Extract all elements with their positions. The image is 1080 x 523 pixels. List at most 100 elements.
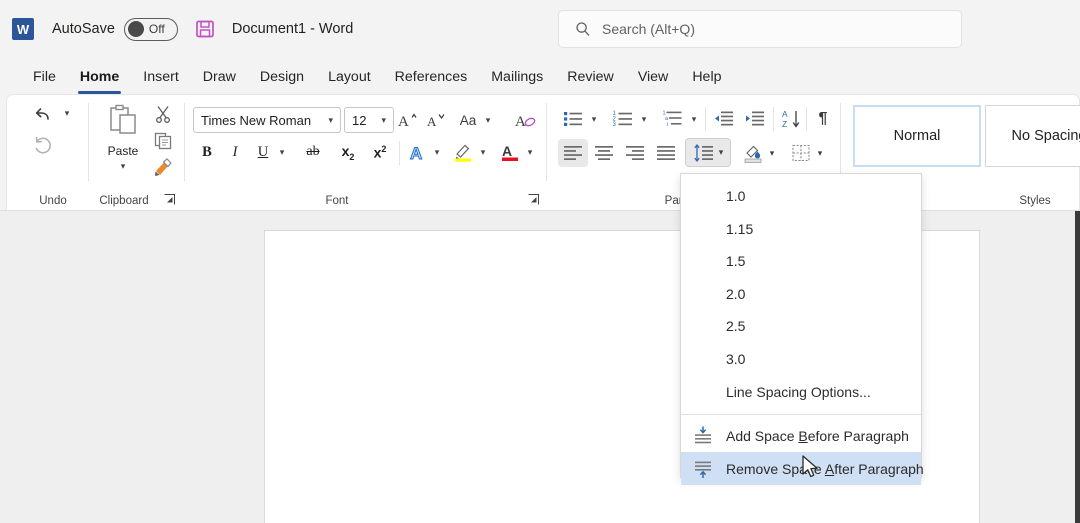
shading-icon[interactable]: [738, 139, 768, 167]
mouse-cursor: [802, 455, 822, 481]
tab-references[interactable]: References: [384, 66, 479, 87]
chevron-down-icon: ▾: [486, 115, 491, 126]
numbering-dropdown-arrow[interactable]: ▾: [637, 105, 651, 133]
chevron-down-icon: ▾: [818, 148, 823, 159]
menu-item-line-spacing-options[interactable]: Line Spacing Options...: [681, 375, 921, 409]
multilevel-dropdown-arrow[interactable]: ▾: [687, 105, 701, 133]
align-right-button[interactable]: [620, 139, 650, 167]
vertical-scrollbar-thumb[interactable]: [1075, 211, 1080, 523]
font-dialog-launcher-icon[interactable]: [528, 194, 539, 205]
menu-item-spacing-2-0[interactable]: 2.0: [681, 278, 921, 311]
autosave-toggle[interactable]: Off: [124, 18, 178, 41]
clipboard-dialog-launcher-icon[interactable]: [164, 194, 175, 205]
clear-formatting-icon[interactable]: A: [510, 107, 540, 133]
strikethrough-button[interactable]: ab: [300, 139, 326, 165]
font-color-dropdown-arrow[interactable]: ▾: [523, 139, 537, 165]
text-effects-icon[interactable]: A: [404, 139, 432, 165]
format-painter-icon[interactable]: [150, 154, 176, 180]
show-formatting-marks-icon[interactable]: ¶: [809, 105, 837, 133]
menu-item-remove-space-after-paragraph[interactable]: Remove Space After Paragraph: [681, 452, 921, 485]
chevron-down-icon: ▾: [435, 147, 440, 158]
redo-button[interactable]: [27, 130, 61, 160]
group-divider-undo: [88, 103, 89, 181]
change-case-dropdown-arrow[interactable]: ▾: [481, 107, 495, 133]
svg-text:A: A: [410, 144, 422, 163]
numbering-icon[interactable]: 1 2 3: [608, 105, 638, 133]
highlight-dropdown-arrow[interactable]: ▾: [476, 139, 490, 165]
vertical-scrollbar-track[interactable]: [1065, 211, 1075, 523]
menu-item-label: Line Spacing Options...: [726, 384, 871, 400]
text-effects-dropdown-arrow[interactable]: ▾: [430, 139, 444, 165]
cut-icon[interactable]: [150, 101, 176, 127]
paste-label: Paste: [99, 144, 147, 158]
tab-layout[interactable]: Layout: [317, 66, 382, 87]
tab-mailings[interactable]: Mailings: [480, 66, 554, 87]
search-icon: [575, 21, 591, 37]
font-color-icon[interactable]: A: [496, 139, 524, 165]
menu-item-label: 2.5: [726, 318, 745, 334]
align-left-button[interactable]: [558, 139, 588, 167]
menu-item-add-space-before-paragraph[interactable]: Add Space Before Paragraph: [681, 419, 921, 452]
grow-font-icon[interactable]: A: [393, 107, 421, 133]
menu-item-label: Add Space Before Paragraph: [726, 428, 909, 444]
undo-button[interactable]: [27, 99, 61, 129]
font-family-combo[interactable]: Times New Roman ▾: [193, 107, 341, 133]
tab-file[interactable]: File: [22, 66, 67, 87]
justify-button[interactable]: [651, 139, 681, 167]
chevron-down-icon: ▾: [770, 148, 775, 159]
bullets-dropdown-arrow[interactable]: ▾: [587, 105, 601, 133]
font-inline-divider: [399, 141, 400, 165]
change-case-label: Aa: [460, 113, 477, 128]
document-title: Document1 - Word: [232, 21, 353, 37]
shading-dropdown-arrow[interactable]: ▾: [765, 139, 779, 167]
italic-button[interactable]: I: [222, 139, 248, 165]
chevron-down-icon: ▾: [65, 108, 70, 119]
svg-text:A: A: [427, 114, 437, 129]
underline-button[interactable]: U: [250, 139, 276, 165]
tab-view[interactable]: View: [627, 66, 680, 87]
borders-icon[interactable]: [786, 139, 816, 167]
increase-indent-icon[interactable]: [740, 105, 770, 133]
paste-icon[interactable]: [99, 101, 147, 143]
word-logo-letter: W: [17, 22, 29, 37]
menu-item-spacing-3-0[interactable]: 3.0: [681, 343, 921, 376]
undo-dropdown-arrow[interactable]: ▾: [60, 103, 74, 123]
menu-item-spacing-1-5[interactable]: 1.5: [681, 245, 921, 278]
menu-item-spacing-2-5[interactable]: 2.5: [681, 310, 921, 343]
group-label-undo: Undo: [27, 195, 79, 207]
style-no-spacing[interactable]: No Spacing: [985, 105, 1080, 167]
search-input[interactable]: Search (Alt+Q): [558, 10, 962, 48]
word-window: W AutoSave Off Document1 - Word Search (…: [0, 0, 1080, 523]
text-highlight-color-icon[interactable]: [449, 139, 477, 165]
font-size-combo[interactable]: 12 ▾: [344, 107, 394, 133]
tab-draw[interactable]: Draw: [192, 66, 247, 87]
tab-insert[interactable]: Insert: [132, 66, 189, 87]
tab-review[interactable]: Review: [556, 66, 625, 87]
borders-dropdown-arrow[interactable]: ▾: [813, 139, 827, 167]
sort-icon[interactable]: A Z: [776, 105, 806, 133]
change-case-icon[interactable]: Aa: [452, 107, 484, 133]
multilevel-list-icon[interactable]: 1 a i: [658, 105, 688, 133]
menu-item-label: 3.0: [726, 351, 745, 367]
shrink-font-icon[interactable]: A: [421, 107, 449, 133]
subscript-button[interactable]: x2: [335, 139, 361, 165]
menu-item-spacing-1-15[interactable]: 1.15: [681, 213, 921, 246]
tab-home[interactable]: Home: [69, 66, 130, 87]
superscript-button[interactable]: x2: [367, 139, 393, 165]
svg-text:Z: Z: [782, 119, 787, 129]
save-icon[interactable]: [194, 18, 216, 40]
tab-design[interactable]: Design: [249, 66, 315, 87]
tab-help[interactable]: Help: [681, 66, 732, 87]
paragraph-inline-divider-1: [705, 107, 706, 131]
style-normal[interactable]: Normal: [853, 105, 981, 167]
line-spacing-button[interactable]: ▾: [685, 138, 731, 167]
underline-dropdown-arrow[interactable]: ▾: [275, 139, 289, 165]
decrease-indent-icon[interactable]: [709, 105, 739, 133]
menu-item-spacing-1-0[interactable]: 1.0: [681, 180, 921, 213]
svg-text:3: 3: [613, 122, 617, 128]
bold-button[interactable]: B: [194, 139, 220, 165]
align-center-button[interactable]: [589, 139, 619, 167]
paste-dropdown-arrow[interactable]: ▾: [99, 158, 147, 174]
copy-icon[interactable]: [150, 128, 176, 154]
bullets-icon[interactable]: [558, 105, 588, 133]
